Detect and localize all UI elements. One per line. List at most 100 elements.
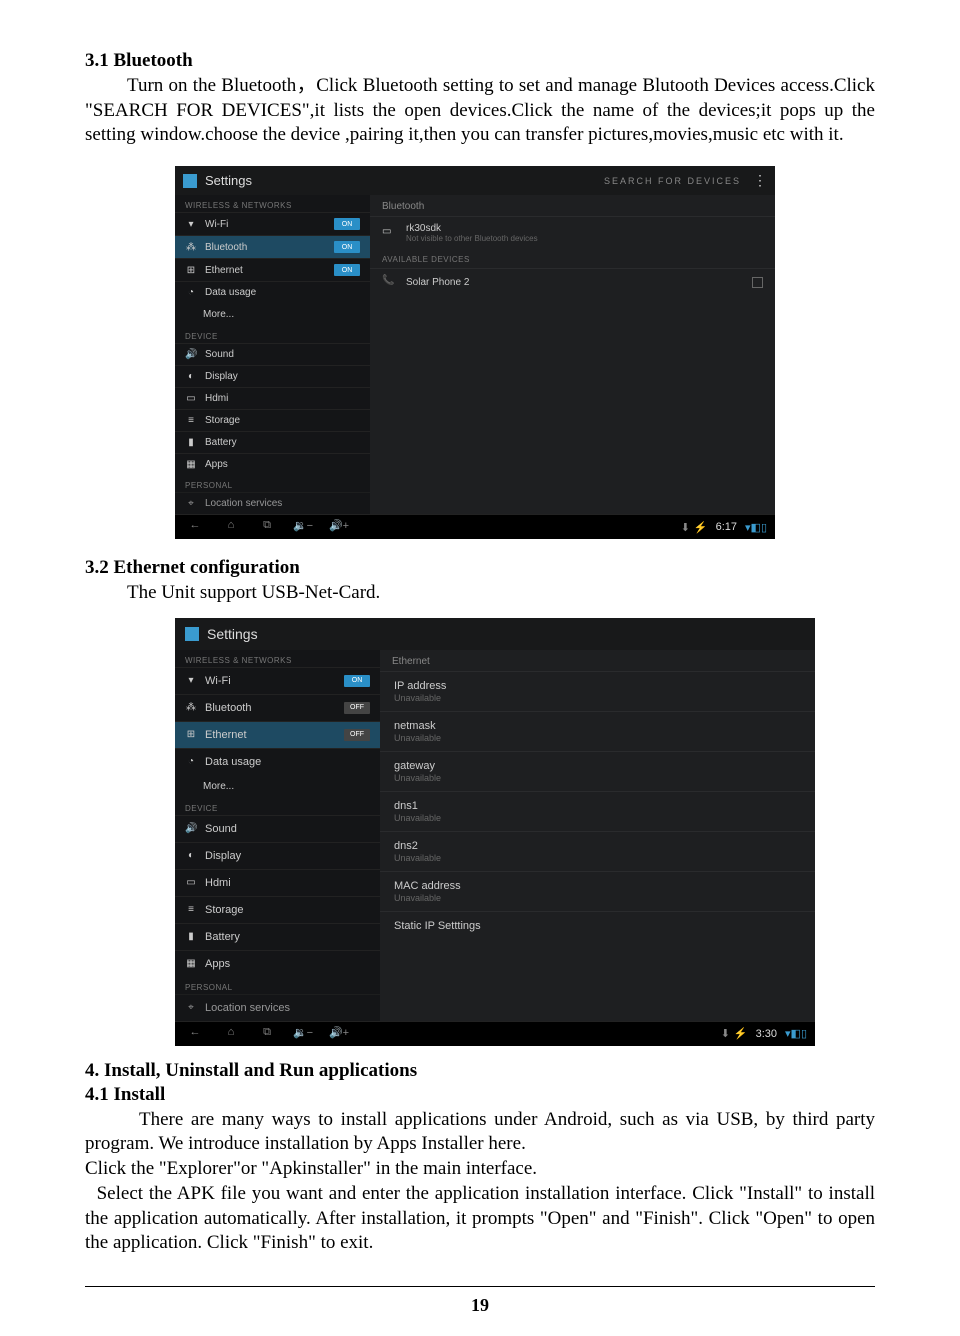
section-4-1-p3: Select the APK file you want and enter t… xyxy=(85,1182,875,1256)
clock: 6:17 xyxy=(716,521,737,533)
sidebar-sound[interactable]: 🔊 Sound xyxy=(175,815,380,842)
battery-icon: ▮ xyxy=(185,931,197,942)
sidebar-bluetooth[interactable]: ⁂ Bluetooth ON xyxy=(175,235,370,258)
apps-icon: ▦ xyxy=(185,958,197,969)
location-icon: ⌖ xyxy=(185,1002,197,1013)
bluetooth-icon: ⁂ xyxy=(185,242,197,253)
ethernet-toggle[interactable]: OFF xyxy=(344,729,370,741)
dns1-row[interactable]: dns1 Unavailable xyxy=(380,791,815,831)
volup-icon[interactable]: 🔊+ xyxy=(327,519,351,535)
menu-icon[interactable]: ⋮ xyxy=(753,172,767,189)
device-solarphone[interactable]: 📞 Solar Phone 2 xyxy=(370,268,775,295)
data-icon: ◔ xyxy=(185,756,197,767)
sidebar-storage[interactable]: ≡ Storage xyxy=(175,409,370,431)
ethernet-toggle[interactable]: ON xyxy=(334,264,360,276)
wifi-toggle[interactable]: ON xyxy=(344,675,370,687)
device-section: DEVICE xyxy=(175,326,370,343)
sidebar-battery[interactable]: ▮ Battery xyxy=(175,431,370,453)
sidebar-apps[interactable]: ▦ Apps xyxy=(175,950,380,977)
section-3-1-title: 3.1 Bluetooth xyxy=(85,50,875,72)
staticip-row[interactable]: Static IP Setttings xyxy=(380,911,815,940)
section-3-1-body: Turn on the Bluetooth，Click Bluetooth se… xyxy=(85,74,875,148)
sound-icon: 🔊 xyxy=(185,823,197,834)
main-ethernet-title: Ethernet xyxy=(380,650,815,671)
sidebar-more[interactable]: More... xyxy=(175,775,380,798)
sidebar-location[interactable]: ⌖ Location services xyxy=(175,994,380,1021)
home-icon[interactable]: ⌂ xyxy=(219,1026,243,1042)
section-4-1-title: 4.1 Install xyxy=(85,1084,875,1106)
bluetooth-toggle[interactable]: OFF xyxy=(344,702,370,714)
battery-icon: ▮ xyxy=(185,437,197,448)
gear-icon xyxy=(183,174,197,188)
gear-icon xyxy=(185,627,199,641)
sidebar-display[interactable]: ◐ Display xyxy=(175,842,380,869)
sidebar-wifi[interactable]: ▾ Wi-Fi ON xyxy=(175,212,370,235)
section-4-1-p1: There are many ways to install applicati… xyxy=(85,1108,875,1157)
data-icon: ◔ xyxy=(185,287,197,298)
section-4-1-p2: Click the "Explorer"or "Apkinstaller" in… xyxy=(85,1157,875,1182)
bluetooth-toggle[interactable]: ON xyxy=(334,241,360,253)
clock: 3:30 xyxy=(756,1028,777,1040)
gateway-row[interactable]: gateway Unavailable xyxy=(380,751,815,791)
available-devices-label: AVAILABLE DEVICES xyxy=(370,249,775,268)
netmask-row[interactable]: netmask Unavailable xyxy=(380,711,815,751)
voldown-icon[interactable]: 🔉− xyxy=(291,519,315,535)
sidebar-wifi[interactable]: ▾ Wi-Fi ON xyxy=(175,667,380,694)
wifi-icon: ▾ xyxy=(185,219,197,230)
main-bluetooth-title: Bluetooth xyxy=(370,195,775,216)
navbar: ← ⌂ ⧉ 🔉− 🔊+ ⬇ ⚡ 6:17 ▾◧▯ xyxy=(175,514,775,539)
sidebar-bluetooth[interactable]: ⁂ Bluetooth OFF xyxy=(175,694,380,721)
sidebar-apps[interactable]: ▦ Apps xyxy=(175,453,370,475)
sidebar-datausage[interactable]: ◔ Data usage xyxy=(175,281,370,303)
recent-icon[interactable]: ⧉ xyxy=(255,519,279,535)
sidebar-ethernet[interactable]: ⊞ Ethernet OFF xyxy=(175,721,380,748)
refresh-icon[interactable] xyxy=(752,277,763,288)
back-icon[interactable]: ← xyxy=(183,1026,207,1042)
ethernet-icon: ⊞ xyxy=(185,729,197,740)
apps-icon: ▦ xyxy=(185,459,197,470)
section-3-2-body: The Unit support USB-Net-Card. xyxy=(85,581,875,606)
settings-title: Settings xyxy=(205,173,252,188)
voldown-icon[interactable]: 🔉− xyxy=(291,1026,315,1042)
ip-address-row[interactable]: IP address Unavailable xyxy=(380,671,815,711)
home-icon[interactable]: ⌂ xyxy=(219,519,243,535)
location-icon: ⌖ xyxy=(185,498,197,509)
personal-section: PERSONAL xyxy=(175,977,380,994)
ethernet-icon: ⊞ xyxy=(185,265,197,276)
sidebar-location[interactable]: ⌖ Location services xyxy=(175,492,370,514)
back-icon[interactable]: ← xyxy=(183,519,207,535)
mac-row[interactable]: MAC address Unavailable xyxy=(380,871,815,911)
sidebar-datausage[interactable]: ◔ Data usage xyxy=(175,748,380,775)
device-icon: ▭ xyxy=(382,226,396,240)
wifi-icon: ▾ xyxy=(185,675,197,686)
device-section: DEVICE xyxy=(175,798,380,815)
section-4-title: 4. Install, Uninstall and Run applicatio… xyxy=(85,1060,875,1082)
screenshot-ethernet: Settings WIRELESS & NETWORKS ▾ Wi-Fi ON … xyxy=(175,618,815,1046)
bluetooth-icon: ⁂ xyxy=(185,702,197,713)
sidebar-battery[interactable]: ▮ Battery xyxy=(175,923,380,950)
dns2-row[interactable]: dns2 Unavailable xyxy=(380,831,815,871)
settings-title: Settings xyxy=(207,626,258,642)
wireless-section: WIRELESS & NETWORKS xyxy=(175,650,380,667)
display-icon: ◐ xyxy=(185,850,197,861)
wireless-section: WIRELESS & NETWORKS xyxy=(175,195,370,212)
search-devices-label[interactable]: SEARCH FOR DEVICES xyxy=(604,176,741,186)
sidebar-hdmi[interactable]: ▭ Hdmi xyxy=(175,869,380,896)
volup-icon[interactable]: 🔊+ xyxy=(327,1026,351,1042)
phone-icon: 📞 xyxy=(382,275,396,289)
sidebar-sound[interactable]: 🔊 Sound xyxy=(175,343,370,365)
device-rk30sdk[interactable]: ▭ rk30sdk Not visible to other Bluetooth… xyxy=(370,216,775,249)
sidebar-hdmi[interactable]: ▭ Hdmi xyxy=(175,387,370,409)
sound-icon: 🔊 xyxy=(185,349,197,360)
sidebar-ethernet[interactable]: ⊞ Ethernet ON xyxy=(175,258,370,281)
sidebar-storage[interactable]: ≡ Storage xyxy=(175,896,380,923)
wifi-toggle[interactable]: ON xyxy=(334,218,360,230)
page-number: 19 xyxy=(85,1286,875,1316)
sidebar-display[interactable]: ◐ Display xyxy=(175,365,370,387)
recent-icon[interactable]: ⧉ xyxy=(255,1026,279,1042)
personal-section: PERSONAL xyxy=(175,475,370,492)
section-3-2-title: 3.2 Ethernet configuration xyxy=(85,557,875,579)
storage-icon: ≡ xyxy=(185,904,197,915)
sidebar-more[interactable]: More... xyxy=(175,303,370,326)
navbar: ← ⌂ ⧉ 🔉− 🔊+ ⬇ ⚡ 3:30 ▾◧▯ xyxy=(175,1021,815,1046)
